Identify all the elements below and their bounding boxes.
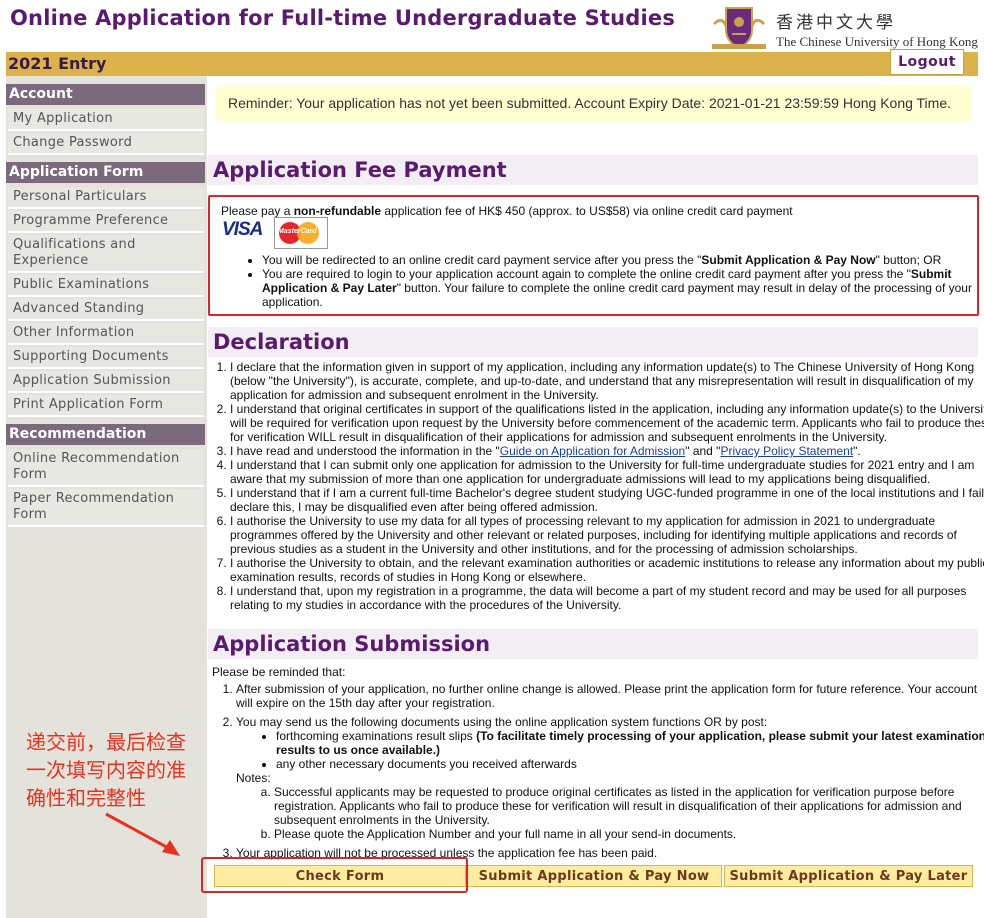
logo-english-name: The Chinese University of Hong Kong — [776, 34, 978, 49]
guide-link[interactable]: Guide on Application for Admission — [500, 444, 685, 458]
document-item: any other necessary documents you receiv… — [276, 757, 984, 771]
sidebar-item-qualifications[interactable]: Qualifications and Experience — [8, 235, 204, 273]
notes-list: Successful applicants may be requested t… — [236, 785, 984, 841]
logo-chinese-name: 香港中文大學 — [776, 13, 896, 33]
declaration-item: I authorise the University to obtain, an… — [230, 556, 984, 584]
declaration-item: I understand that if I am a current full… — [230, 486, 984, 514]
sidebar-head-account: Account — [6, 84, 205, 105]
fee-line-bold: non-refundable — [293, 204, 382, 218]
submission-item: After submission of your application, no… — [236, 682, 984, 710]
document-item: forthcoming examinations result slips (T… — [276, 729, 984, 757]
declaration-item: I understand that I can submit only one … — [230, 458, 984, 486]
declaration-item: I declare that the information given in … — [230, 360, 984, 402]
entry-label: 2021 Entry — [8, 54, 107, 73]
sidebar-item-personal-particulars[interactable]: Personal Particulars — [8, 187, 204, 209]
fee-bullet-pay-now: You will be redirected to an online cred… — [262, 253, 984, 267]
check-form-highlight — [201, 857, 468, 893]
fee-heading: Application Fee Payment — [208, 155, 978, 185]
logout-button[interactable]: Logout — [890, 49, 964, 75]
fee-instruction: Please pay a non-refundable application … — [221, 204, 793, 218]
sidebar-head-application-form: Application Form — [6, 162, 205, 183]
sidebar-item-change-password[interactable]: Change Password — [8, 133, 204, 155]
submission-heading: Application Submission — [208, 629, 978, 659]
mastercard-logo-icon: MasterCard — [274, 217, 328, 249]
fee-line-pre: Please pay a — [221, 204, 294, 218]
declaration-heading: Declaration — [208, 327, 978, 357]
fee-bullets: You will be redirected to an online cred… — [244, 253, 984, 309]
sidebar-item-online-recommendation[interactable]: Online Recommendation Form — [8, 449, 204, 487]
declaration-item: I have read and understood the informati… — [230, 444, 984, 458]
sidebar-item-supporting-documents[interactable]: Supporting Documents — [8, 347, 204, 369]
notes-label: Notes: — [236, 771, 271, 785]
sidebar-item-public-examinations[interactable]: Public Examinations — [8, 275, 204, 297]
fee-line-post: application fee of HK$ 450 (approx. to U… — [381, 204, 793, 218]
sidebar-item-print-application-form[interactable]: Print Application Form — [8, 395, 204, 417]
submit-pay-now-button[interactable]: Submit Application & Pay Now — [466, 865, 722, 887]
annotation-text: 递交前，最后检查一次填写内容的准确性和完整性 — [26, 730, 186, 810]
fee-bullet-pay-later: You are required to login to your applic… — [262, 267, 984, 309]
sidebar-item-application-submission[interactable]: Application Submission — [8, 371, 204, 393]
declaration-item: I authorise the University to use my dat… — [230, 514, 984, 556]
submit-pay-later-button[interactable]: Submit Application & Pay Later — [724, 865, 973, 887]
sidebar-item-paper-recommendation[interactable]: Paper Recommendation Form — [8, 489, 204, 527]
sidebar-head-recommendation: Recommendation — [6, 424, 205, 445]
mastercard-label: MasterCard — [278, 228, 317, 235]
sidebar-item-programme-preference[interactable]: Programme Preference — [8, 211, 204, 233]
app-title: Online Application for Full-time Undergr… — [10, 6, 676, 30]
note-item: Successful applicants may be requested t… — [274, 785, 984, 827]
submission-list: After submission of your application, no… — [212, 682, 984, 865]
note-item: Please quote the Application Number and … — [274, 827, 984, 841]
sidebar-item-my-application[interactable]: My Application — [8, 109, 204, 131]
entry-bar: 2021 Entry — [6, 52, 978, 76]
reminder-banner: Reminder: Your application has not yet b… — [216, 85, 972, 121]
sidebar-item-advanced-standing[interactable]: Advanced Standing — [8, 299, 204, 321]
university-logo: 香港中文大學 The Chinese University of Hong Ko… — [708, 4, 980, 52]
declaration-list: I declare that the information given in … — [210, 360, 984, 612]
document-list: forthcoming examinations result slips (T… — [236, 729, 984, 771]
cuhk-crest-icon — [712, 7, 766, 50]
page-header: Online Application for Full-time Undergr… — [0, 0, 984, 52]
visa-logo-icon: VISA — [222, 219, 263, 240]
fee-box: Please pay a non-refundable application … — [208, 195, 979, 316]
declaration-item: I understand that, upon my registration … — [230, 584, 984, 612]
submission-item: You may send us the following documents … — [236, 715, 984, 841]
sidebar-item-other-information[interactable]: Other Information — [8, 323, 204, 345]
submission-intro: Please be reminded that: — [212, 665, 346, 679]
annotation-arrow-icon — [105, 812, 180, 856]
privacy-policy-link[interactable]: Privacy Policy Statement — [720, 444, 853, 458]
declaration-item: I understand that original certificates … — [230, 402, 984, 444]
